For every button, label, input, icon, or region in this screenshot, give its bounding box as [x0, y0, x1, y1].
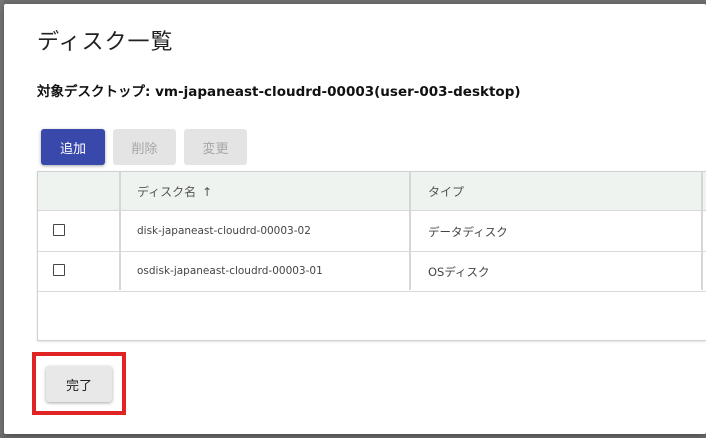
- delete-button[interactable]: 削除: [113, 129, 176, 165]
- target-desktop-value: vm-japaneast-cloudrd-00003(user-003-desk…: [155, 84, 521, 100]
- backdrop-bottom: [0, 434, 706, 438]
- disk-type-cell: データディスク: [428, 225, 508, 239]
- done-button[interactable]: 完了: [46, 366, 112, 402]
- column-header-name-label: ディスク名: [137, 185, 197, 199]
- row-checkbox[interactable]: [53, 264, 65, 276]
- disk-table: ディスク名 ↑ タイプ disk-japaneast-cloudrd-00003-…: [37, 171, 706, 341]
- table-header: ディスク名 ↑ タイプ: [38, 172, 706, 211]
- table-row[interactable]: disk-japaneast-cloudrd-00003-02 データディスク: [38, 212, 706, 252]
- disk-type-cell: OSディスク: [428, 265, 490, 279]
- target-desktop-line: 対象デスクトップ: vm-japaneast-cloudrd-00003(use…: [37, 80, 521, 100]
- column-header-type[interactable]: タイプ: [428, 183, 464, 200]
- target-desktop-label: 対象デスクトップ:: [37, 84, 156, 100]
- edit-button[interactable]: 変更: [184, 129, 247, 165]
- add-button[interactable]: 追加: [41, 129, 105, 165]
- disk-name-cell: disk-japaneast-cloudrd-00003-02: [137, 225, 311, 237]
- disk-list-dialog: ディスク一覧 対象デスクトップ: vm-japaneast-cloudrd-00…: [4, 4, 706, 434]
- row-checkbox[interactable]: [53, 224, 65, 236]
- column-header-name[interactable]: ディスク名 ↑: [137, 183, 212, 200]
- table-row[interactable]: osdisk-japaneast-cloudrd-00003-01 OSディスク: [38, 252, 706, 292]
- toolbar: 追加 削除 変更: [41, 129, 247, 165]
- disk-name-cell: osdisk-japaneast-cloudrd-00003-01: [137, 265, 323, 277]
- sort-ascending-icon[interactable]: ↑: [202, 185, 212, 199]
- dialog-title: ディスク一覧: [37, 30, 174, 55]
